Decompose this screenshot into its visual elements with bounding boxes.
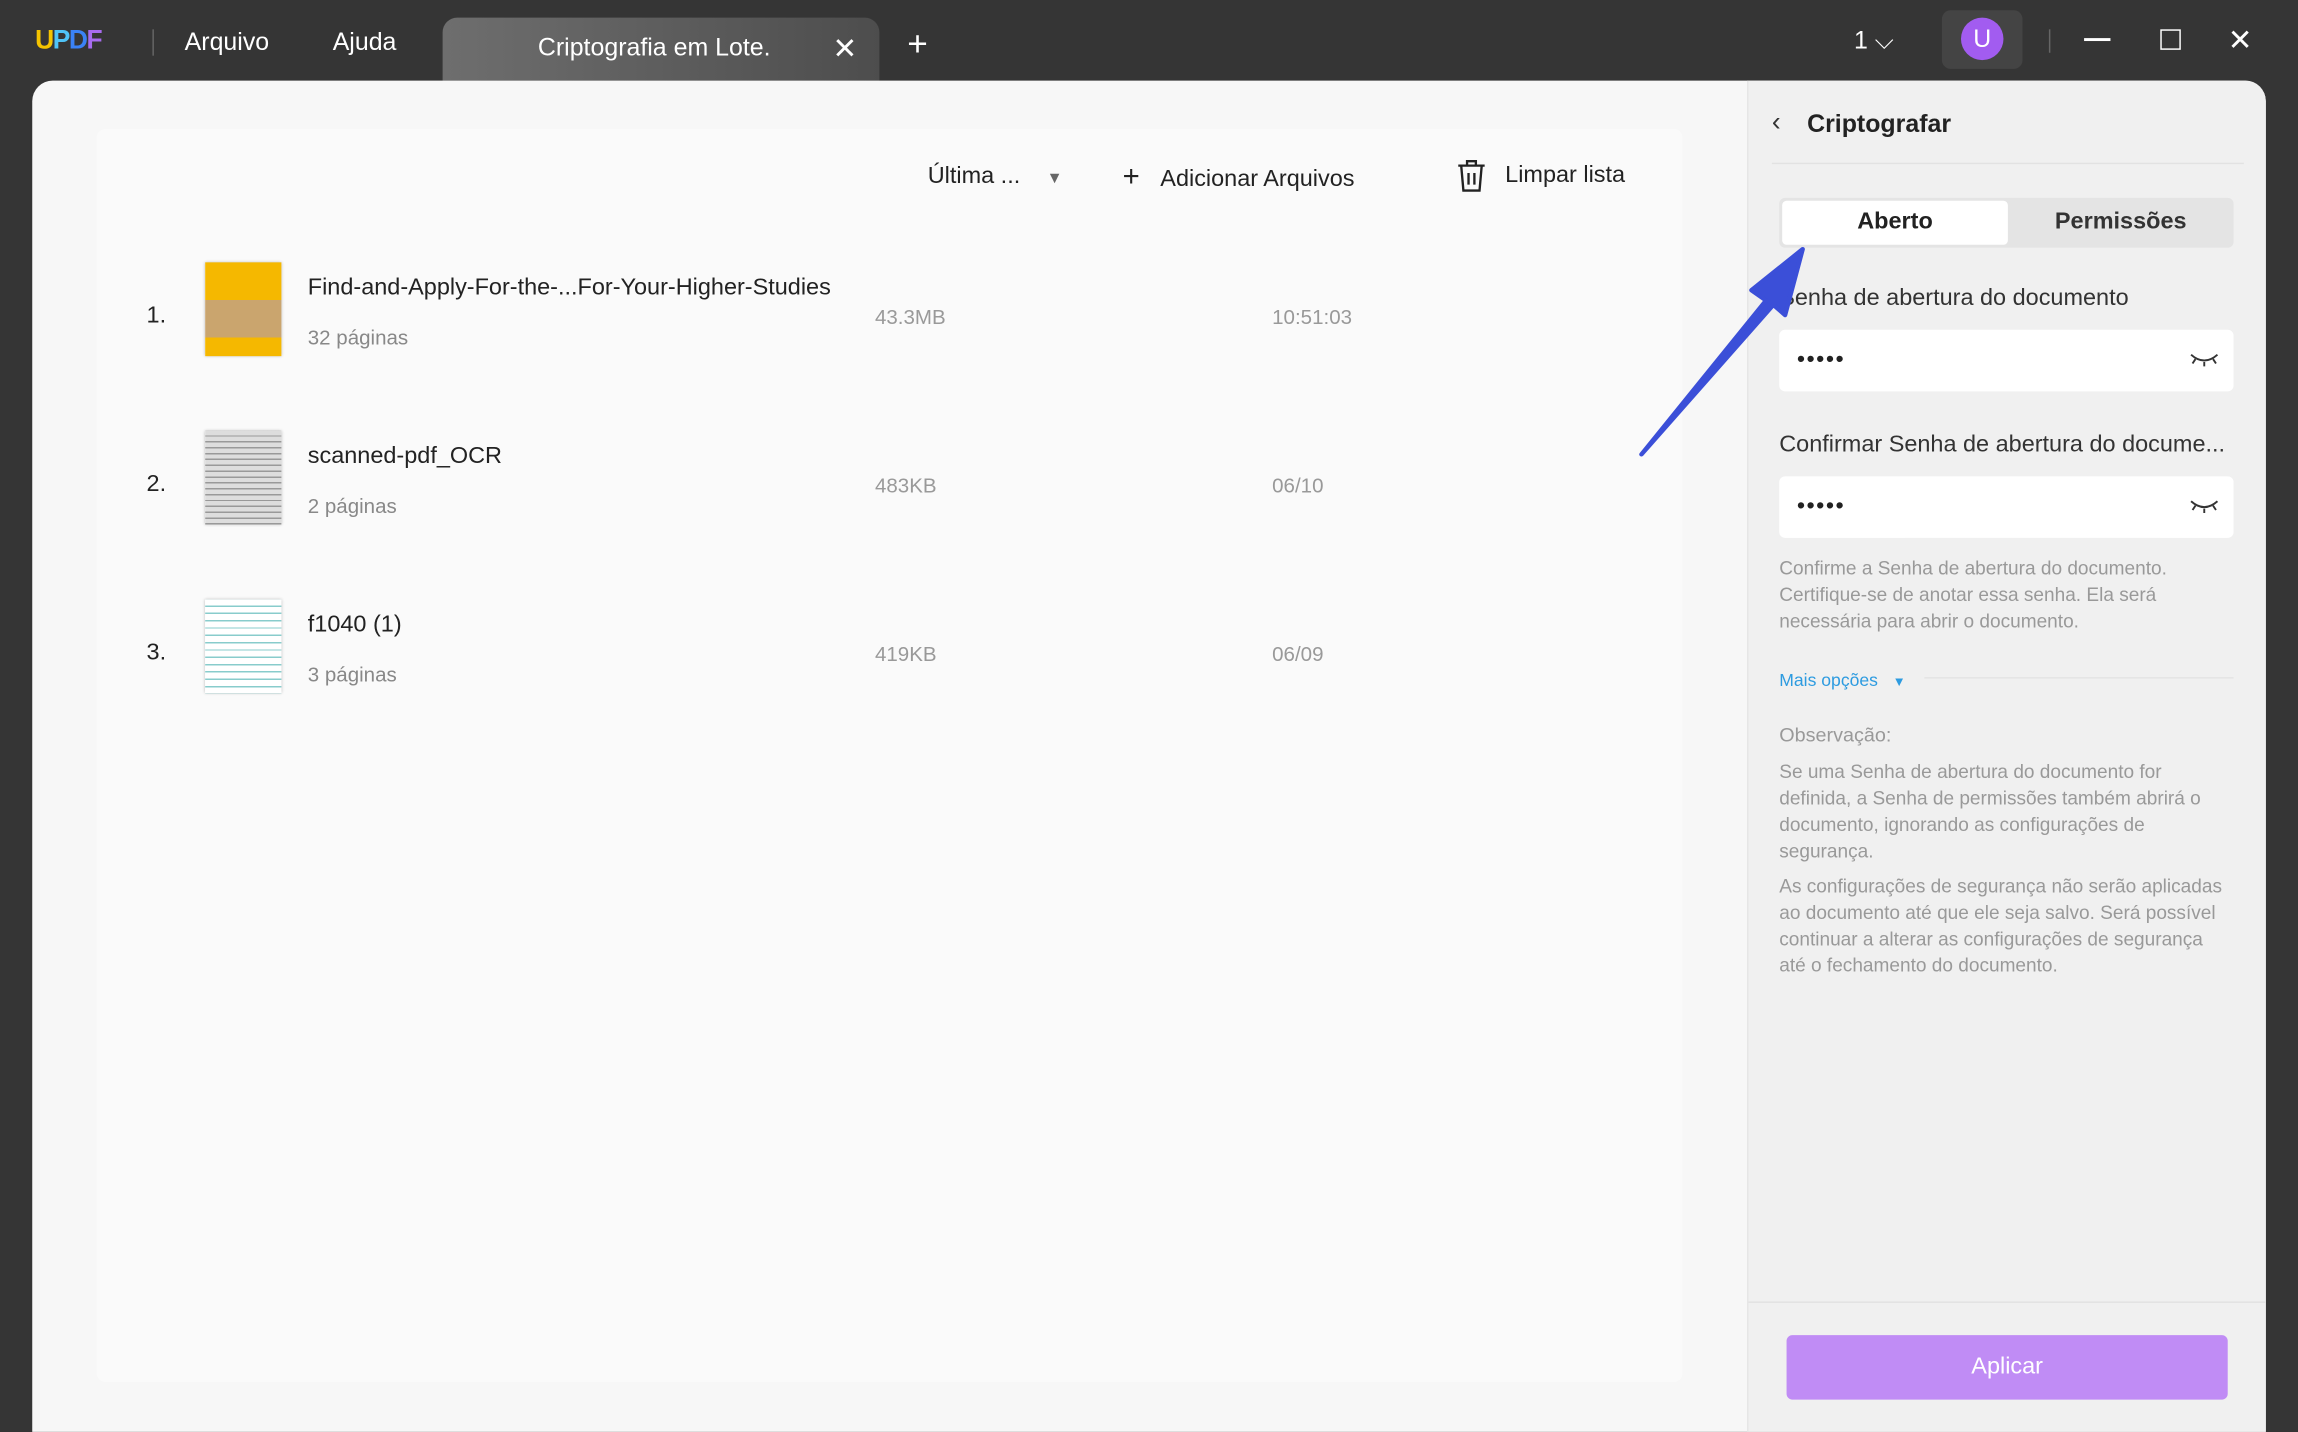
window-count-value: 1	[1853, 26, 1868, 55]
add-files-button[interactable]: + Adicionar Arquivos	[1123, 161, 1355, 195]
avatar: U	[1960, 17, 2004, 61]
file-name: Find-and-Apply-For-the-...For-Your-Highe…	[307, 275, 831, 301]
caret-down-icon: ▼	[1892, 674, 1906, 689]
tab-title: Criptografia em Lote.	[537, 33, 771, 62]
caret-down-icon: ▼	[1046, 170, 1063, 188]
encrypt-panel: ‹ Criptografar Aberto Permissões Senha d…	[1746, 80, 2266, 1432]
note-paragraph: As configurações de segurança não serão …	[1779, 874, 2222, 977]
minimize-icon[interactable]	[2084, 38, 2111, 41]
eye-closed-icon[interactable]	[2190, 497, 2219, 515]
file-row[interactable]: 2. scanned-pdf_OCR 2 páginas 483KB 06/10	[97, 418, 1683, 565]
window-count[interactable]: 1 ⌵	[1854, 26, 1894, 55]
file-row[interactable]: 1. Find-and-Apply-For-the-...For-Your-Hi…	[97, 249, 1683, 396]
close-tab-icon[interactable]: ✕	[832, 31, 857, 68]
file-thumbnail	[205, 599, 282, 694]
file-time: 06/10	[1272, 473, 1324, 497]
open-password-label: Senha de abertura do documento	[1779, 285, 2129, 311]
note-title: Observação:	[1779, 724, 1892, 746]
chevron-down-icon: ⌵	[1874, 26, 1894, 55]
back-chevron-icon[interactable]: ‹	[1772, 107, 1781, 138]
eye-closed-icon[interactable]	[2190, 350, 2219, 368]
add-files-label: Adicionar Arquivos	[1160, 167, 1355, 192]
plus-icon: +	[1122, 161, 1140, 194]
row-index: 1.	[146, 303, 167, 329]
tab-permissoes[interactable]: Permissões	[2008, 201, 2234, 245]
file-size: 483KB	[874, 473, 937, 497]
trash-icon	[1458, 160, 1485, 192]
annotation-arrow-icon	[1639, 246, 1805, 457]
divider	[152, 29, 154, 56]
open-password-input[interactable]: •••••	[1779, 329, 2234, 392]
file-size: 43.3MB	[874, 304, 946, 329]
divider	[2048, 29, 2051, 53]
note-paragraph: Se uma Senha de abertura do documento fo…	[1779, 760, 2201, 862]
main-window: Última ... ▼ + Adicionar Arquivos Limpar l…	[32, 80, 2266, 1432]
file-time: 10:51:03	[1272, 304, 1353, 329]
clear-list-label: Limpar lista	[1505, 163, 1626, 188]
password-value: •••••	[1796, 493, 1846, 519]
row-index: 2.	[146, 471, 167, 497]
file-thumbnail	[205, 262, 282, 357]
file-pages: 3 páginas	[307, 662, 397, 686]
file-list-card: Última ... ▼ + Adicionar Arquivos Limpar l…	[96, 128, 1683, 1383]
more-options-toggle[interactable]: Mais opções ▼	[1779, 670, 1905, 691]
file-size: 419KB	[874, 641, 937, 666]
tab-switcher: Aberto Permissões	[1779, 197, 2234, 248]
confirm-password-input[interactable]: •••••	[1779, 476, 2234, 538]
row-index: 3.	[146, 640, 167, 666]
sort-dropdown[interactable]: Última ... ▼	[928, 164, 1063, 190]
new-tab-icon[interactable]: +	[907, 25, 928, 66]
file-row[interactable]: 3. f1040 (1) 3 páginas 419KB 06/09	[97, 586, 1683, 733]
confirm-password-label: Confirmar Senha de abertura do docume...	[1779, 432, 2226, 458]
file-name: scanned-pdf_OCR	[307, 444, 502, 469]
tab-batch-encrypt[interactable]: Criptografia em Lote. ✕	[442, 17, 880, 81]
file-name: f1040 (1)	[307, 612, 402, 638]
updf-logo: UPDF	[35, 24, 102, 55]
divider	[1748, 1301, 2266, 1303]
close-window-icon[interactable]: ✕	[2228, 22, 2253, 59]
clear-list-button[interactable]: Limpar lista	[1455, 158, 1625, 193]
file-pages: 32 páginas	[307, 325, 409, 349]
file-thumbnail	[205, 430, 282, 525]
menu-arquivo[interactable]: Arquivo	[185, 28, 269, 57]
avatar-button[interactable]: U	[1941, 10, 2023, 69]
help-text: Confirme a Senha de abertura do document…	[1779, 556, 2167, 632]
menu-ajuda[interactable]: Ajuda	[333, 28, 397, 57]
apply-button[interactable]: Aplicar	[1786, 1335, 2228, 1400]
file-time: 06/09	[1272, 641, 1324, 666]
maximize-icon[interactable]	[2160, 29, 2181, 50]
more-options-label: Mais opções	[1779, 669, 1878, 691]
divider	[1924, 677, 2234, 679]
divider	[1771, 162, 2244, 165]
sort-label: Última ...	[927, 164, 1021, 190]
panel-title: Criptografar	[1807, 109, 1952, 138]
file-pages: 2 páginas	[307, 493, 397, 518]
